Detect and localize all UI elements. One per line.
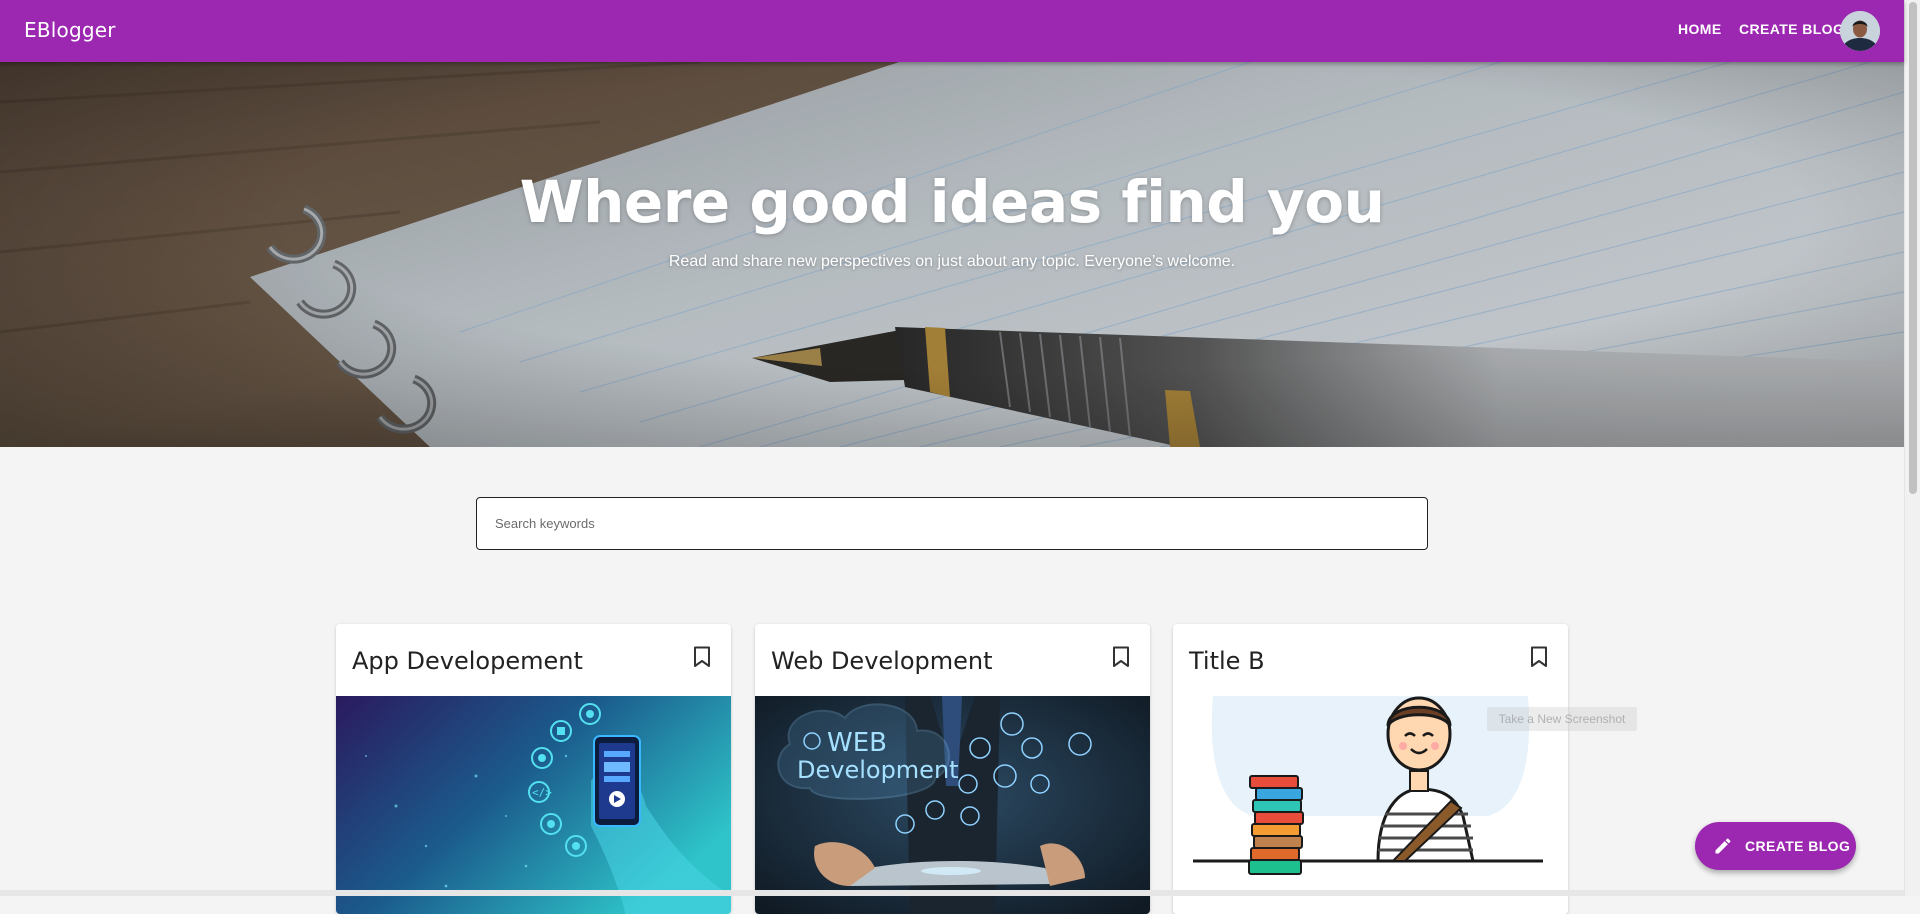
fab-label: CREATE BLOG: [1745, 838, 1851, 854]
card-title[interactable]: Web Development: [771, 647, 993, 675]
blog-card[interactable]: Web Development WEB Development: [755, 624, 1150, 914]
scrollbar-thumb[interactable]: [1909, 2, 1917, 494]
svg-text:</>: </>: [532, 786, 552, 799]
card-title[interactable]: App Developement: [352, 647, 583, 675]
svg-text:Development: Development: [797, 756, 959, 784]
svg-text:WEB: WEB: [827, 728, 887, 758]
card-image-web-development: WEB Development: [755, 696, 1150, 914]
card-title[interactable]: Title B: [1189, 647, 1265, 675]
brand-logo-text[interactable]: EBlogger: [24, 18, 116, 42]
create-blog-fab[interactable]: CREATE BLOG: [1695, 822, 1856, 870]
pencil-icon: [1715, 838, 1731, 854]
bookmark-border-icon[interactable]: [693, 646, 711, 668]
vertical-scrollbar[interactable]: [1904, 0, 1920, 896]
app-bar: EBlogger HOME CREATE BLOG: [0, 0, 1904, 62]
blog-card[interactable]: App Developement </>: [336, 624, 731, 914]
nav-home-link[interactable]: HOME: [1678, 21, 1722, 37]
hero-subtitle: Read and share new perspectives on just …: [668, 253, 1236, 270]
screenshot-tooltip: Take a New Screenshot: [1487, 707, 1637, 731]
horizontal-scrollbar[interactable]: [0, 890, 1904, 896]
search-input[interactable]: [476, 497, 1428, 550]
hero-banner: Where good ideas find you Read and share…: [0, 62, 1904, 447]
bookmark-border-icon[interactable]: [1112, 646, 1130, 668]
user-avatar[interactable]: [1840, 11, 1880, 51]
card-image-app-development: </>: [336, 696, 731, 914]
nav-create-blog-link[interactable]: CREATE BLOG: [1739, 21, 1844, 37]
hero-title: Where good ideas find you: [519, 168, 1385, 236]
blog-card[interactable]: Title B: [1173, 624, 1568, 914]
bookmark-border-icon[interactable]: [1530, 646, 1548, 668]
